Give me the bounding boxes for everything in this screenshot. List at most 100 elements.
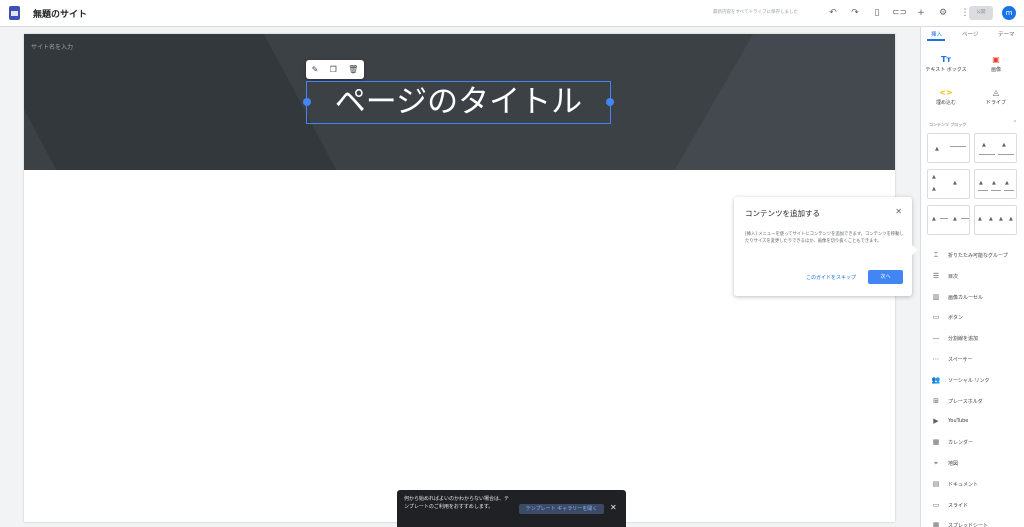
drive-icon: ◬ (992, 88, 1000, 97)
social-links-icon: 👥 (931, 375, 941, 384)
redo-icon[interactable]: ↷ (848, 6, 862, 20)
content-block-2[interactable]: ▲ ▲ (974, 133, 1017, 163)
page-header-banner[interactable]: サイト名を入力 ✎ ❐ 🗑 ページのタイトル (24, 34, 895, 170)
text-box-icon: Tт (940, 55, 952, 64)
insert-item-divider[interactable]: — 分割線を追加 (921, 328, 1024, 348)
tile-label: テキスト ボックス (925, 67, 967, 73)
sites-logo-icon[interactable] (9, 6, 20, 20)
insert-item-map[interactable]: ⌖ 地図 (921, 453, 1024, 473)
button-icon: ▭ (932, 313, 940, 322)
draft-status: 最新内容をすべてドライブに保存しました (713, 10, 799, 15)
insert-image[interactable]: ▣ 画像 (971, 54, 1021, 73)
add-content-guide: コンテンツを追加する ✕ [挿入] メニューを使ってサイトにコンテンツを追加でき… (734, 197, 918, 296)
content-block-4[interactable]: ▲ ▲ ▲ (974, 169, 1017, 199)
delete-icon[interactable]: 🗑 (348, 65, 358, 74)
active-tab-indicator (927, 39, 945, 41)
link-icon[interactable]: ⊂⊃ (892, 6, 907, 20)
guide-body: [挿入] メニューを使ってサイトにコンテンツを追加できます。コンテンツを移動した… (745, 232, 904, 244)
insert-item-label: ドキュメント (948, 481, 979, 488)
docs-icon: ▤ (932, 479, 940, 488)
insert-item-calendar[interactable]: ▦ カレンダー (921, 432, 1024, 452)
title-toolbar: ✎ ❐ 🗑 (306, 60, 364, 79)
insert-item-slides[interactable]: ▭ スライド (921, 495, 1024, 515)
insert-item-label: 分割線を追加 (948, 336, 979, 343)
top-bar: 無題のサイト 最新内容をすべてドライブに保存しました ↶ ↷ ▯ ⊂⊃ + ⚙ … (0, 0, 1024, 27)
publish-button[interactable]: 公開 (969, 6, 993, 20)
tile-label: 埋め込む (935, 100, 956, 106)
map-icon: ⌖ (934, 459, 938, 467)
insert-item-spacer[interactable]: ⋯ スペーサー (921, 349, 1024, 369)
insert-item-label: ソーシャル リンク (948, 377, 990, 384)
site-name-input[interactable]: サイト名を入力 (31, 42, 73, 51)
content-blocks-label: コンテンツ ブロック (929, 122, 967, 127)
edit-icon[interactable]: ✎ (312, 65, 319, 74)
content-block-5[interactable]: ▲ ▲ (927, 205, 970, 235)
page-title-box[interactable]: ページのタイトル (303, 81, 614, 124)
banner-shape-left (24, 34, 337, 170)
tile-label: ドライブ (985, 100, 1006, 106)
slides-icon: ▭ (932, 500, 940, 509)
insert-item-label: スライド (948, 502, 969, 509)
insert-item-youtube[interactable]: ▶ YouTube (921, 411, 1024, 431)
tab-insert[interactable]: 挿入 (931, 30, 942, 38)
content-block-1[interactable]: ▲ (927, 133, 970, 163)
image-icon: ▣ (992, 55, 1000, 64)
undo-icon[interactable]: ↶ (826, 6, 840, 20)
insert-item-collapsible-group[interactable]: ⌶ 折りたたみ可能なグループ (921, 245, 1024, 265)
insert-item-label: スプレッドシート (948, 523, 989, 527)
guide-title: コンテンツを追加する (745, 209, 820, 218)
panel-tabs: 挿入 ページ テーマ (921, 27, 1024, 41)
insert-text-box[interactable]: Tт テキスト ボックス (921, 54, 971, 73)
insert-embed[interactable]: <> 埋め込む (921, 87, 971, 106)
resize-handle-right[interactable] (606, 98, 614, 106)
insert-item-label: ボタン (948, 315, 964, 322)
insert-item-docs[interactable]: ▤ ドキュメント (921, 474, 1024, 494)
share-icon[interactable]: + (914, 6, 928, 20)
insert-item-social-links[interactable]: 👥 ソーシャル リンク (921, 370, 1024, 390)
template-toast: 何から始めればよいのかわからない場合は、テンプレートのご利用をおすすめします。 … (397, 490, 626, 527)
chevron-up-icon[interactable]: ⌃ (1013, 120, 1017, 126)
insert-item-table-of-contents[interactable]: ☰ 目次 (921, 266, 1024, 286)
insert-item-sheets[interactable]: ▦ スプレッドシート (921, 515, 1024, 527)
tile-label: 画像 (990, 67, 1001, 73)
insert-item-button[interactable]: ▭ ボタン (921, 307, 1024, 327)
page-title[interactable]: ページのタイトル (307, 81, 610, 124)
insert-item-label: 地図 (948, 461, 959, 467)
insert-item-image-carousel[interactable]: ▥ 画像カルーセル (921, 287, 1024, 307)
toast-close-icon[interactable]: ✕ (610, 503, 617, 512)
insert-item-label: 画像カルーセル (948, 294, 984, 301)
insert-panel: 挿入 ページ テーマ Tт テキスト ボックス ▣ 画像 <> 埋め込む ◬ ド… (920, 27, 1024, 527)
youtube-icon: ▶ (933, 417, 939, 426)
calendar-icon: ▦ (932, 438, 940, 447)
content-block-6[interactable]: ▲ ▲ ▲ ▲ (974, 205, 1017, 235)
divider-icon: — (932, 334, 940, 343)
toolbar-icons: ↶ ↷ ▯ ⊂⊃ + ⚙ ⋮ (826, 6, 972, 20)
insert-item-placeholder[interactable]: ⊞ プレースホルダ (921, 391, 1024, 411)
content-block-3[interactable]: ▲ ▲ ▲ (927, 169, 970, 199)
table-of-contents-icon: ☰ (932, 271, 940, 280)
site-title[interactable]: 無題のサイト (33, 7, 87, 20)
preview-icon[interactable]: ▯ (870, 6, 884, 20)
tab-themes[interactable]: テーマ (998, 30, 1015, 38)
next-button[interactable]: 次へ (868, 270, 903, 284)
toast-message: 何から始めればよいのかわからない場合は、テンプレートのご利用をおすすめします。 (404, 496, 510, 510)
settings-icon[interactable]: ⚙ (936, 6, 950, 20)
skip-guide-link[interactable]: このガイドをスキップ (806, 274, 856, 281)
sheets-icon: ▦ (932, 521, 940, 527)
spacer-icon: ⋯ (932, 355, 940, 363)
embed-icon: <> (939, 88, 953, 97)
avatar[interactable]: m (1002, 6, 1016, 20)
banner-shape-right (674, 34, 895, 170)
insert-item-label: プレースホルダ (948, 398, 983, 405)
resize-handle-left[interactable] (303, 98, 311, 106)
insert-item-label: スペーサー (948, 357, 973, 363)
insert-drive[interactable]: ◬ ドライブ (971, 87, 1021, 106)
collapsible-group-icon: ⌶ (933, 251, 939, 259)
insert-item-label: 目次 (948, 273, 959, 280)
close-icon[interactable]: ✕ (895, 207, 902, 216)
insert-item-label: カレンダー (948, 440, 974, 447)
open-template-gallery-button[interactable]: テンプレート ギャラリーを開く (519, 504, 604, 514)
insert-item-label: 折りたたみ可能なグループ (948, 253, 1008, 259)
duplicate-icon[interactable]: ❐ (330, 65, 337, 74)
tab-pages[interactable]: ページ (962, 30, 978, 38)
